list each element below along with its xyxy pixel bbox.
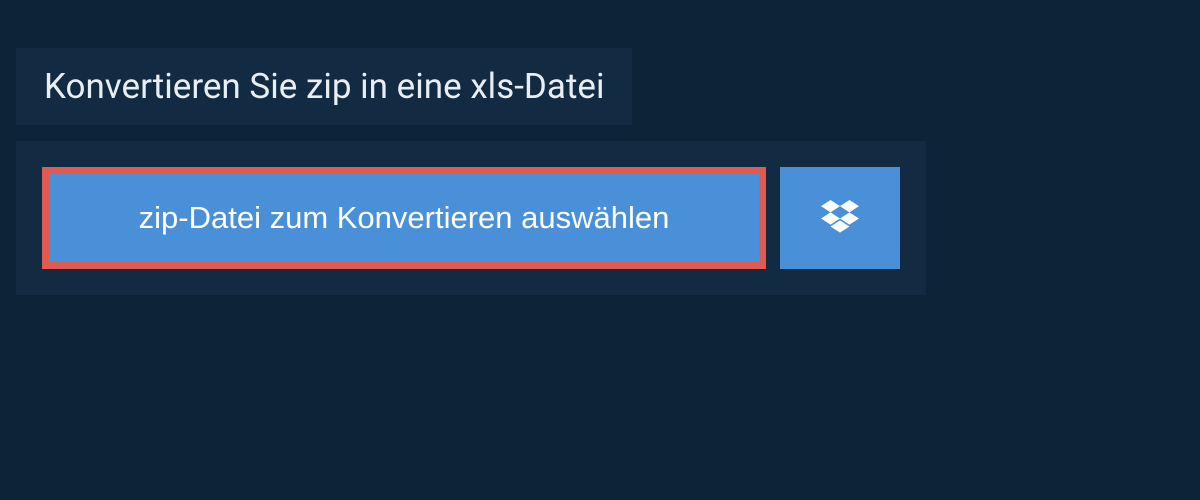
- select-file-button-label: zip-Datei zum Konvertieren auswählen: [139, 200, 670, 236]
- page-title: Konvertieren Sie zip in eine xls-Datei: [44, 66, 604, 107]
- dropbox-button[interactable]: [780, 167, 900, 269]
- dropbox-icon: [821, 200, 859, 236]
- upload-section: zip-Datei zum Konvertieren auswählen: [16, 141, 926, 295]
- header-bar: Konvertieren Sie zip in eine xls-Datei: [16, 48, 632, 125]
- select-file-button[interactable]: zip-Datei zum Konvertieren auswählen: [42, 167, 766, 269]
